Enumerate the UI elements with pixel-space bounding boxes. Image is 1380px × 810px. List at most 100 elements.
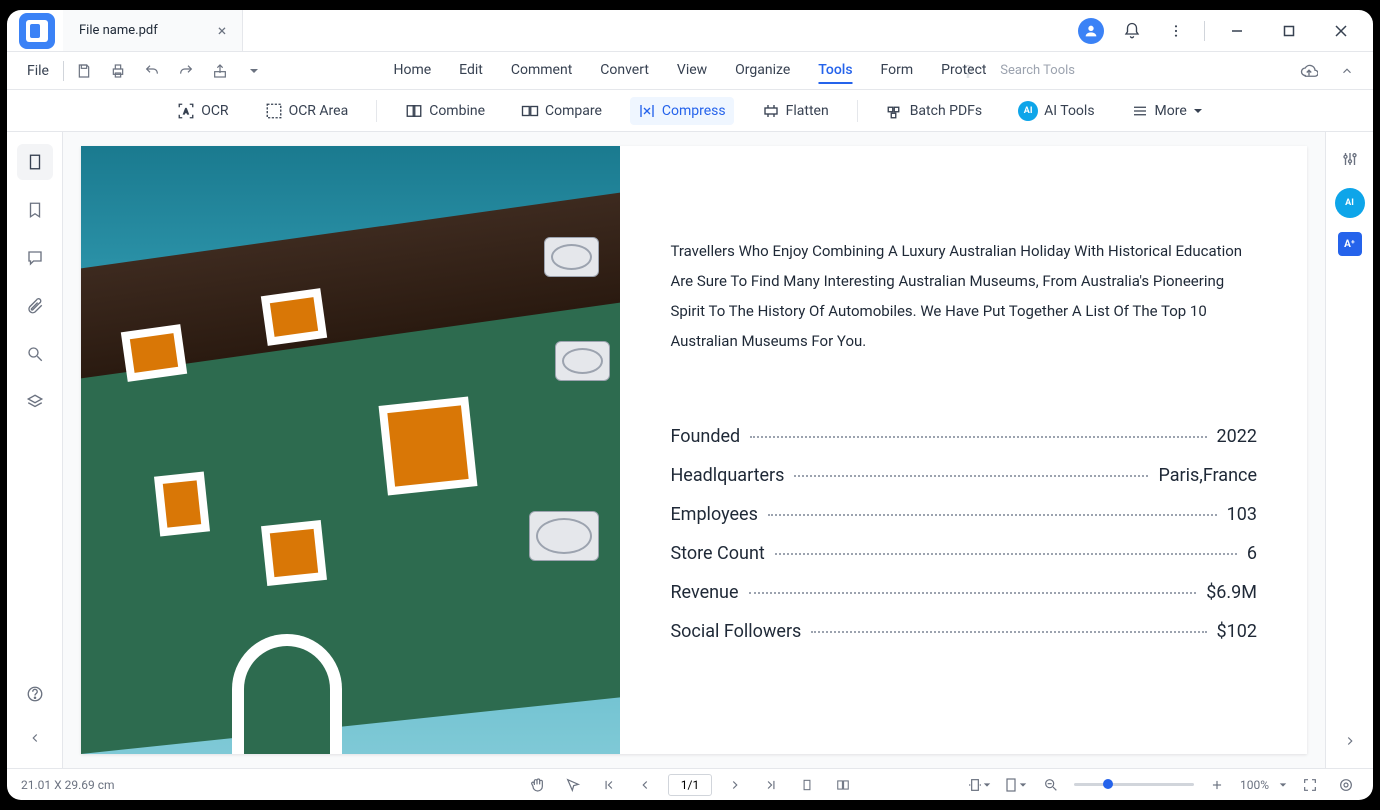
page-dimensions: 21.01 X 29.69 cm [21,778,115,792]
translate-icon[interactable]: A⁺ [1338,232,1362,256]
page-number-input[interactable] [668,774,712,796]
combine-label: Combine [429,103,485,119]
flatten-label: Flatten [786,103,829,119]
dropdown-icon[interactable] [240,57,268,85]
properties-icon[interactable] [1335,144,1365,174]
compress-button[interactable]: Compress [630,97,734,125]
menu-item-comment[interactable]: Comment [511,58,572,84]
document-tab[interactable]: File name.pdf × [63,10,243,51]
menu-item-tools[interactable]: Tools [818,58,852,84]
divider [1204,21,1205,41]
stat-leader [749,592,1197,594]
zoom-slider[interactable] [1074,783,1194,786]
stat-value: $6.9M [1206,582,1257,603]
pdf-page: Travellers Who Enjoy Combining A Luxury … [81,146,1307,754]
file-menu[interactable]: File [19,63,57,79]
stat-row: Founded2022 [670,426,1257,447]
cloud-upload-icon[interactable] [1295,57,1323,85]
compress-label: Compress [662,103,726,119]
next-page-icon[interactable] [722,772,748,798]
compare-button[interactable]: Compare [513,97,610,125]
collapse-rightbar-icon[interactable] [1335,726,1365,756]
single-page-icon[interactable] [794,772,820,798]
undo-icon[interactable] [138,57,166,85]
search-tools-input[interactable]: Search Tools [1000,63,1075,78]
menu-item-organize[interactable]: Organize [735,58,790,84]
stat-label: Revenue [670,582,738,603]
stat-leader [794,475,1148,477]
last-page-icon[interactable] [758,772,784,798]
main-area: Travellers Who Enjoy Combining A Luxury … [7,132,1373,768]
flatten-button[interactable]: Flatten [754,97,837,125]
fit-width-icon[interactable] [966,772,992,798]
more-dots-icon[interactable] [1160,15,1192,47]
page-text-content: Travellers Who Enjoy Combining A Luxury … [620,146,1307,754]
close-window-button[interactable] [1321,15,1361,47]
menu-item-protect[interactable]: Protect [941,58,986,84]
ocr-area-button[interactable]: OCR Area [257,97,357,125]
titlebar: File name.pdf × [7,10,1373,52]
ocr-label: OCR [201,103,228,119]
maximize-button[interactable] [1269,15,1309,47]
ai-tools-button[interactable]: AI AI Tools [1010,96,1102,126]
combine-button[interactable]: Combine [397,97,493,125]
stat-row: Revenue $6.9M [670,582,1257,603]
zoom-dropdown-icon[interactable] [1279,781,1287,789]
menu-item-view[interactable]: View [677,58,707,84]
ai-assistant-icon[interactable]: AI [1335,188,1365,218]
stat-label: Headlquarters [670,465,784,486]
batch-pdfs-button[interactable]: Batch PDFs [878,97,990,125]
bell-icon[interactable] [1116,15,1148,47]
divider [857,100,858,122]
stat-leader [811,631,1206,633]
menu-item-home[interactable]: Home [393,58,431,84]
collapse-leftbar-icon[interactable] [17,720,53,756]
ai-tools-label: AI Tools [1044,103,1094,119]
left-sidebar [7,132,63,768]
reading-mode-icon[interactable] [1333,772,1359,798]
stat-row: Store Count6 [670,543,1257,564]
select-tool-icon[interactable] [560,772,586,798]
document-viewport[interactable]: Travellers Who Enjoy Combining A Luxury … [63,132,1325,768]
divider [63,61,64,81]
body-paragraph: Travellers Who Enjoy Combining A Luxury … [670,236,1257,356]
menu-item-convert[interactable]: Convert [600,58,649,84]
minimize-button[interactable] [1217,15,1257,47]
two-page-icon[interactable] [830,772,856,798]
thumbnails-panel-icon[interactable] [17,144,53,180]
app-logo-icon [19,13,55,49]
search-panel-icon[interactable] [17,336,53,372]
help-icon[interactable] [17,676,53,712]
stat-label: Social Followers [670,621,801,642]
zoom-out-icon[interactable] [1038,772,1064,798]
fullscreen-icon[interactable] [1297,772,1323,798]
close-tab-icon[interactable]: × [218,21,227,40]
ocr-button[interactable]: A OCR [169,97,236,125]
print-icon[interactable] [104,57,132,85]
prev-page-icon[interactable] [632,772,658,798]
first-page-icon[interactable] [596,772,622,798]
zoom-percent: 100% [1240,778,1269,792]
more-button[interactable]: More [1123,97,1211,125]
comments-panel-icon[interactable] [17,240,53,276]
page-image [81,146,620,754]
collapse-ribbon-icon[interactable] [1333,57,1361,85]
save-icon[interactable] [70,57,98,85]
stat-row: HeadlquartersParis,France [670,465,1257,486]
hand-tool-icon[interactable] [524,772,550,798]
user-avatar-icon[interactable] [1078,18,1104,44]
stat-leader [775,553,1237,555]
status-bar: 21.01 X 29.69 cm 100% [7,768,1373,800]
redo-icon[interactable] [172,57,200,85]
menu-item-edit[interactable]: Edit [459,58,483,84]
layers-panel-icon[interactable] [17,384,53,420]
fit-page-icon[interactable] [1002,772,1028,798]
menu-item-form[interactable]: Form [881,58,914,84]
zoom-in-icon[interactable] [1204,772,1230,798]
share-icon[interactable] [206,57,234,85]
app-window: File name.pdf × File HomeEdi [7,10,1373,800]
attachments-panel-icon[interactable] [17,288,53,324]
stat-leader [750,436,1206,438]
bookmarks-panel-icon[interactable] [17,192,53,228]
stat-row: Social Followers$102 [670,621,1257,642]
